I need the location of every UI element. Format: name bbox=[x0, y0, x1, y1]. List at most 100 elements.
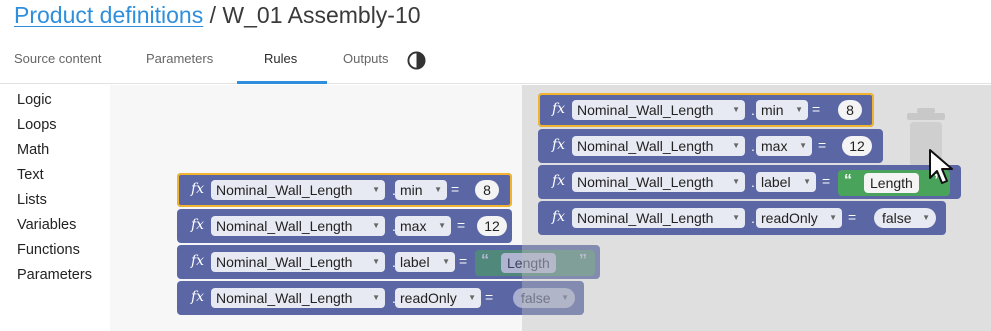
tab-parameters[interactable]: Parameters bbox=[146, 51, 213, 66]
dropdown-arrow-icon: ▼ bbox=[795, 105, 803, 114]
dropdown-arrow-icon: ▼ bbox=[732, 105, 740, 114]
property-name: max bbox=[761, 138, 788, 154]
property-name: label bbox=[400, 254, 430, 270]
property-dropdown[interactable]: max ▼ bbox=[756, 136, 812, 156]
dragged-block-min[interactable]: fx Nominal_Wall_Length ▼ . min ▼ = 8 bbox=[538, 93, 874, 127]
breadcrumb: Product definitions / W_01 Assembly-10 bbox=[14, 0, 421, 30]
dropdown-arrow-icon: ▼ bbox=[732, 177, 740, 186]
dropdown-arrow-icon: ▼ bbox=[468, 293, 476, 302]
property-dropdown[interactable]: min ▼ bbox=[756, 100, 808, 120]
dropdown-arrow-icon: ▼ bbox=[799, 141, 807, 150]
dropdown-arrow-icon: ▼ bbox=[372, 221, 380, 230]
toolbox-category-parameters[interactable]: Parameters bbox=[17, 267, 92, 283]
property-name: min bbox=[400, 182, 423, 198]
equals-operator: = bbox=[451, 181, 460, 197]
number-input[interactable]: 12 bbox=[477, 216, 507, 236]
equals-operator: = bbox=[459, 253, 468, 269]
open-quote-icon: “ bbox=[844, 172, 852, 189]
toolbox: Logic Loops Math Text Lists Variables Fu… bbox=[0, 85, 110, 331]
breadcrumb-current-page: W_01 Assembly-10 bbox=[222, 2, 421, 28]
property-dropdown[interactable]: label ▼ bbox=[756, 172, 816, 192]
property-dropdown[interactable]: max ▼ bbox=[395, 216, 451, 236]
number-input[interactable]: 12 bbox=[842, 136, 872, 156]
function-icon: fx bbox=[552, 209, 566, 225]
contrast-icon[interactable] bbox=[407, 51, 426, 70]
dot-separator: . bbox=[751, 174, 755, 190]
function-icon: fx bbox=[552, 173, 566, 189]
toolbox-category-loops[interactable]: Loops bbox=[17, 117, 57, 133]
parameter-dropdown[interactable]: Nominal_Wall_Length ▼ bbox=[211, 216, 385, 236]
equals-operator: = bbox=[822, 173, 831, 189]
tab-bar: Source content Parameters Rules Outputs bbox=[0, 40, 991, 84]
string-value[interactable]: Length bbox=[864, 173, 919, 193]
breadcrumb-separator: / bbox=[203, 2, 223, 28]
dragged-block-readonly[interactable]: fx Nominal_Wall_Length ▼ . readOnly ▼ = fa… bbox=[538, 201, 946, 235]
property-name: max bbox=[400, 218, 427, 234]
dropdown-arrow-icon: ▼ bbox=[922, 213, 930, 222]
parameter-dropdown[interactable]: Nominal_Wall_Length ▼ bbox=[572, 100, 745, 120]
equals-operator: = bbox=[457, 217, 466, 233]
dropdown-arrow-icon: ▼ bbox=[438, 221, 446, 230]
parameter-dropdown[interactable]: Nominal_Wall_Length ▼ bbox=[211, 180, 385, 200]
parameter-name: Nominal_Wall_Length bbox=[577, 174, 714, 190]
tab-rules[interactable]: Rules bbox=[264, 51, 297, 66]
parameter-name: Nominal_Wall_Length bbox=[577, 102, 714, 118]
active-tab-indicator bbox=[237, 81, 327, 84]
function-icon: fx bbox=[191, 217, 205, 233]
property-name: readOnly bbox=[761, 210, 818, 226]
toolbox-category-logic[interactable]: Logic bbox=[17, 92, 52, 108]
equals-operator: = bbox=[848, 209, 857, 225]
property-name: min bbox=[761, 102, 784, 118]
parameter-name: Nominal_Wall_Length bbox=[216, 218, 353, 234]
set-property-block-max[interactable]: fx Nominal_Wall_Length ▼ . max ▼ = 12 bbox=[177, 209, 512, 243]
property-dropdown[interactable]: label ▼ bbox=[395, 252, 455, 272]
property-dropdown[interactable]: readOnly ▼ bbox=[756, 208, 842, 228]
property-dropdown[interactable]: min ▼ bbox=[395, 180, 447, 200]
parameter-dropdown[interactable]: Nominal_Wall_Length ▼ bbox=[572, 172, 745, 192]
dropdown-arrow-icon: ▼ bbox=[372, 257, 380, 266]
toolbox-category-variables[interactable]: Variables bbox=[17, 217, 76, 233]
dragged-block-label[interactable]: fx Nominal_Wall_Length ▼ . label ▼ = “ Len… bbox=[538, 165, 961, 199]
function-icon: fx bbox=[191, 253, 205, 269]
function-icon: fx bbox=[191, 289, 205, 305]
dropdown-arrow-icon: ▼ bbox=[442, 257, 450, 266]
dot-separator: . bbox=[751, 138, 755, 154]
open-quote-icon: “ bbox=[481, 252, 489, 269]
parameter-dropdown[interactable]: Nominal_Wall_Length ▼ bbox=[211, 288, 385, 308]
parameter-dropdown[interactable]: Nominal_Wall_Length ▼ bbox=[211, 252, 385, 272]
parameter-name: Nominal_Wall_Length bbox=[577, 138, 714, 154]
property-dropdown[interactable]: readOnly ▼ bbox=[395, 288, 481, 308]
dragged-block-max[interactable]: fx Nominal_Wall_Length ▼ . max ▼ = 12 bbox=[538, 129, 883, 163]
dropdown-arrow-icon: ▼ bbox=[372, 293, 380, 302]
equals-operator: = bbox=[812, 101, 821, 117]
property-name: readOnly bbox=[400, 290, 457, 306]
toolbox-category-lists[interactable]: Lists bbox=[17, 192, 47, 208]
parameter-name: Nominal_Wall_Length bbox=[216, 254, 353, 270]
dropdown-arrow-icon: ▼ bbox=[803, 177, 811, 186]
parameter-name: Nominal_Wall_Length bbox=[577, 210, 714, 226]
equals-operator: = bbox=[485, 289, 494, 305]
toolbox-category-text[interactable]: Text bbox=[17, 167, 44, 183]
property-name: label bbox=[761, 174, 791, 190]
boolean-dropdown[interactable]: false ▼ bbox=[874, 208, 936, 228]
number-input[interactable]: 8 bbox=[475, 180, 499, 200]
toolbox-category-math[interactable]: Math bbox=[17, 142, 49, 158]
boolean-value: false bbox=[882, 210, 912, 226]
parameter-dropdown[interactable]: Nominal_Wall_Length ▼ bbox=[572, 136, 745, 156]
dropdown-arrow-icon: ▼ bbox=[732, 141, 740, 150]
function-icon: fx bbox=[552, 137, 566, 153]
tab-source-content[interactable]: Source content bbox=[14, 51, 101, 66]
equals-operator: = bbox=[818, 137, 827, 153]
mouse-pointer-icon bbox=[929, 149, 953, 184]
number-input[interactable]: 8 bbox=[838, 100, 862, 120]
parameter-dropdown[interactable]: Nominal_Wall_Length ▼ bbox=[572, 208, 745, 228]
dropdown-arrow-icon: ▼ bbox=[732, 213, 740, 222]
tab-outputs[interactable]: Outputs bbox=[343, 51, 389, 66]
dropdown-arrow-icon: ▼ bbox=[829, 213, 837, 222]
dot-separator: . bbox=[751, 210, 755, 226]
set-property-block-min[interactable]: fx Nominal_Wall_Length ▼ . min ▼ = 8 bbox=[177, 173, 512, 207]
parameter-name: Nominal_Wall_Length bbox=[216, 290, 353, 306]
toolbox-category-functions[interactable]: Functions bbox=[17, 242, 80, 258]
dropdown-arrow-icon: ▼ bbox=[372, 185, 380, 194]
breadcrumb-link-product-definitions[interactable]: Product definitions bbox=[14, 2, 203, 28]
